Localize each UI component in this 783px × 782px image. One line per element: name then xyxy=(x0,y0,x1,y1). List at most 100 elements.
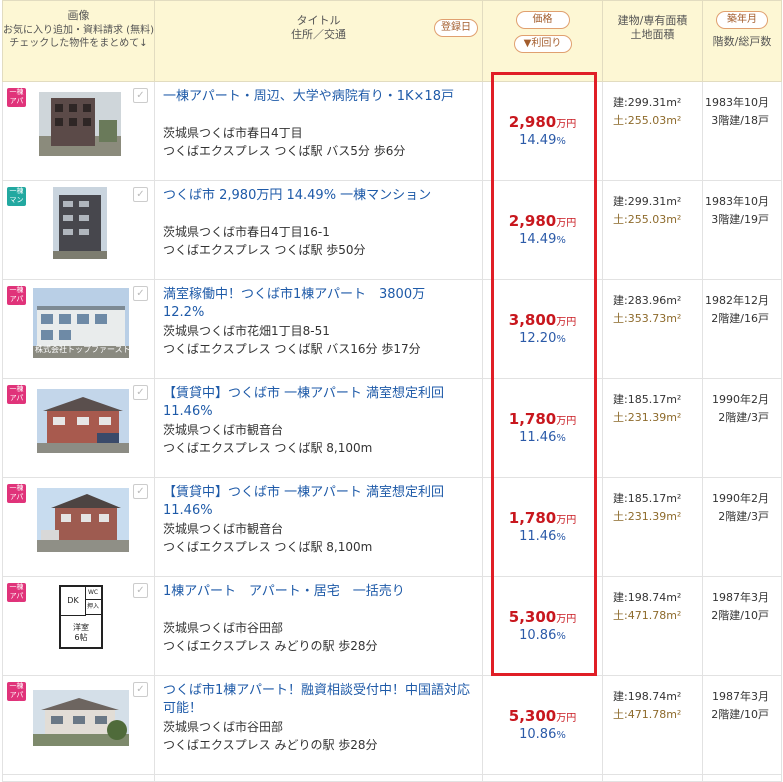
listing-address: 茨城県つくば市観音台 xyxy=(163,522,284,536)
table-row[interactable]: 一棟 マンション ✓ つくば市 2,980万円 14.49% 一棟マンション 茨城… xyxy=(2,180,782,280)
image-cell: 一棟 アパート ✓ 株式会社トップファースト xyxy=(2,279,155,379)
photo-watermark: 株式会社トップファースト xyxy=(35,345,129,354)
sort-price-button[interactable]: 価格 xyxy=(515,11,570,29)
property-photo[interactable] xyxy=(39,92,121,156)
sort-registered-button[interactable]: 登録日 xyxy=(434,19,478,37)
price-unit: 万円 xyxy=(556,415,577,427)
building-area: 建:198.74m² xyxy=(613,690,682,703)
listing-address: 茨城県つくば市春日4丁目16-1 xyxy=(163,225,330,239)
table-row[interactable]: 一棟 アパート ✓ DK WC 押入 洋室 6帖 1棟アパート アパート・居宅 一括… xyxy=(2,576,782,676)
listing-station: つくばエクスプレス つくば駅 8,100m xyxy=(163,540,373,554)
floorplan-room: 洋室 6帖 xyxy=(73,623,89,642)
built-cell: 1983年10月 3階建/19戸 xyxy=(702,180,782,280)
table-row[interactable]: 一棟 アパート ✓ 一棟アパート・周辺、大学や病院有り・1K×18戸 茨城県つくば… xyxy=(2,81,782,181)
floors-units: 2階建/10戸 xyxy=(711,609,769,622)
table-row[interactable]: 一棟 アパート ✓ 【賃貸中】つくば市 一棟アパート 満室想定利回11.46% 茨… xyxy=(2,477,782,577)
listing-title-link[interactable]: つくば市 2,980万円 14.49% 一棟マンション xyxy=(163,187,474,223)
area-cell: 建:299.31m² 土:255.03m² xyxy=(602,180,703,280)
listing-title-link[interactable]: 【賃貸中】つくば市 一棟アパート 満室想定利回11.46% xyxy=(163,385,474,421)
listing-title-link[interactable]: 【賃貸中】つくば市 一棟アパート 満室想定利回11.46% xyxy=(163,484,474,520)
listing-title-link[interactable]: 満室稼働中！つくば市1棟アパート 3800万 12.2% xyxy=(163,286,474,322)
title-cell: 【賃貸中】つくば市 一棟アパート 満室想定利回11.46% 茨城県つくば市観音台… xyxy=(154,378,483,478)
floorplan-dk: DK xyxy=(61,587,86,616)
floors-units: 2階建/10戸 xyxy=(711,708,769,721)
table-row[interactable]: 一棟 アパート ✓ 【賃貸中】つくば市 一棟アパート 満室想定利回11.46% 茨… xyxy=(2,378,782,478)
price-cell: 2,980万円 14.49% xyxy=(482,180,603,280)
header-title-col: タイトル 住所／交通 登録日 xyxy=(154,0,483,82)
listing-title-link[interactable]: 1棟アパート アパート・居宅 一括売り xyxy=(163,583,474,619)
listing-address: 茨城県つくば市花畑1丁目8-51 xyxy=(163,324,330,338)
built-date: 1990年2月 xyxy=(712,492,769,505)
built-date: 1983年10月 xyxy=(705,195,769,208)
table-row[interactable]: 一棟 アパート ✓ つくば市1棟アパート！融資相談受付中！中国語対応可能！ 茨城県… xyxy=(2,675,782,775)
built-cell: 1983年10月 3階建/18戸 xyxy=(702,81,782,181)
header-title-label: タイトル xyxy=(296,14,341,27)
property-photo[interactable]: 株式会社トップファースト xyxy=(33,288,129,358)
image-cell: 一棟 マンション ✓ xyxy=(2,180,155,280)
listing-title-link[interactable]: 一棟アパート・周辺、大学や病院有り・1K×18戸 xyxy=(163,88,474,124)
floorplan-image[interactable]: DK WC 押入 洋室 6帖 xyxy=(57,583,107,655)
sort-built-button[interactable]: 築年月 xyxy=(716,11,768,29)
property-photo[interactable] xyxy=(37,389,129,453)
built-cell: 1990年2月 2階建/3戸 xyxy=(702,477,782,577)
land-area: 土:471.78m² xyxy=(613,609,682,622)
building-area: 建:299.31m² xyxy=(613,96,682,109)
favorite-checkbox[interactable]: ✓ xyxy=(133,583,148,598)
price-cell: 5,300万円 10.86% xyxy=(482,675,603,775)
listing-station: つくばエクスプレス つくば駅 バス5分 歩6分 xyxy=(163,144,406,158)
property-type-badge: 一棟 アパート xyxy=(7,682,26,708)
header-image-note1: お気に入り追加・資料請求 (無料) xyxy=(3,25,154,36)
listing-yield: 14.49 xyxy=(519,231,557,247)
price-unit: 万円 xyxy=(556,514,577,526)
favorite-checkbox[interactable]: ✓ xyxy=(133,286,148,301)
image-cell: 一棟 アパート ✓ xyxy=(2,477,155,577)
land-area: 土:255.03m² xyxy=(613,114,682,127)
header-area-label2: 土地面積 xyxy=(630,28,675,41)
sort-yield-button[interactable]: ▼利回り xyxy=(513,35,572,53)
area-cell: 建:283.96m² 土:353.73m² xyxy=(602,279,703,379)
title-cell: つくば市1棟アパート！融資相談受付中！中国語対応可能！ 茨城県つくば市谷田部 つ… xyxy=(154,675,483,775)
price-cell: 1,780万円 11.46% xyxy=(482,378,603,478)
built-cell: 1982年12月 2階建/16戸 xyxy=(702,279,782,379)
floors-units: 3階建/19戸 xyxy=(711,213,769,226)
listing-yield: 14.49 xyxy=(519,132,557,148)
favorite-checkbox[interactable]: ✓ xyxy=(133,484,148,499)
property-photo[interactable] xyxy=(37,488,129,552)
price-unit: 万円 xyxy=(556,613,577,625)
favorite-checkbox[interactable]: ✓ xyxy=(133,385,148,400)
favorite-checkbox[interactable]: ✓ xyxy=(133,682,148,697)
table-header: 画像 お気に入り追加・資料請求 (無料) チェックした物件をまとめて↓ タイトル… xyxy=(2,0,782,82)
listing-station: つくばエクスプレス つくば駅 8,100m xyxy=(163,441,373,455)
property-type-badge: 一棟 アパート xyxy=(7,88,26,114)
favorite-checkbox[interactable]: ✓ xyxy=(133,187,148,202)
land-area: 土:353.73m² xyxy=(613,312,682,325)
price-cell: 3,800万円 12.20% xyxy=(482,279,603,379)
floors-units: 2階建/16戸 xyxy=(711,312,769,325)
table-row[interactable]: 一棟 アパート ✓ 株式会社トップファースト 満室稼働中！つくば市1棟アパート 3… xyxy=(2,279,782,379)
title-cell: 満室稼働中！つくば市1棟アパート 3800万 12.2% 茨城県つくば市花畑1丁… xyxy=(154,279,483,379)
listing-price: 3,800 xyxy=(508,310,557,329)
price-unit: 万円 xyxy=(556,118,577,130)
header-image-col: 画像 お気に入り追加・資料請求 (無料) チェックした物件をまとめて↓ xyxy=(2,0,155,82)
built-date: 1983年10月 xyxy=(705,96,769,109)
area-cell: 建:299.31m² 土:255.03m² xyxy=(602,81,703,181)
header-floors-label: 階数/総戸数 xyxy=(712,35,772,48)
favorite-checkbox[interactable]: ✓ xyxy=(133,88,148,103)
listing-yield: 10.86 xyxy=(519,627,557,643)
table-row-partial xyxy=(2,774,782,782)
property-photo[interactable] xyxy=(33,690,129,746)
property-type-badge: 一棟 マンション xyxy=(7,187,26,222)
listing-address: 茨城県つくば市観音台 xyxy=(163,423,284,437)
listing-price: 5,300 xyxy=(508,607,557,626)
listing-title-link[interactable]: つくば市1棟アパート！融資相談受付中！中国語対応可能！ xyxy=(163,682,474,718)
header-image-label: 画像 xyxy=(67,9,90,22)
listing-address: 茨城県つくば市春日4丁目 xyxy=(163,126,303,140)
floors-units: 2階建/3戸 xyxy=(718,510,769,523)
image-cell: 一棟 アパート ✓ xyxy=(2,675,155,775)
property-photo[interactable] xyxy=(53,187,107,259)
listing-yield: 11.46 xyxy=(519,528,557,544)
image-cell: 一棟 アパート ✓ xyxy=(2,81,155,181)
area-cell: 建:185.17m² 土:231.39m² xyxy=(602,477,703,577)
land-area: 土:231.39m² xyxy=(613,411,682,424)
built-cell: 1990年2月 2階建/3戸 xyxy=(702,378,782,478)
